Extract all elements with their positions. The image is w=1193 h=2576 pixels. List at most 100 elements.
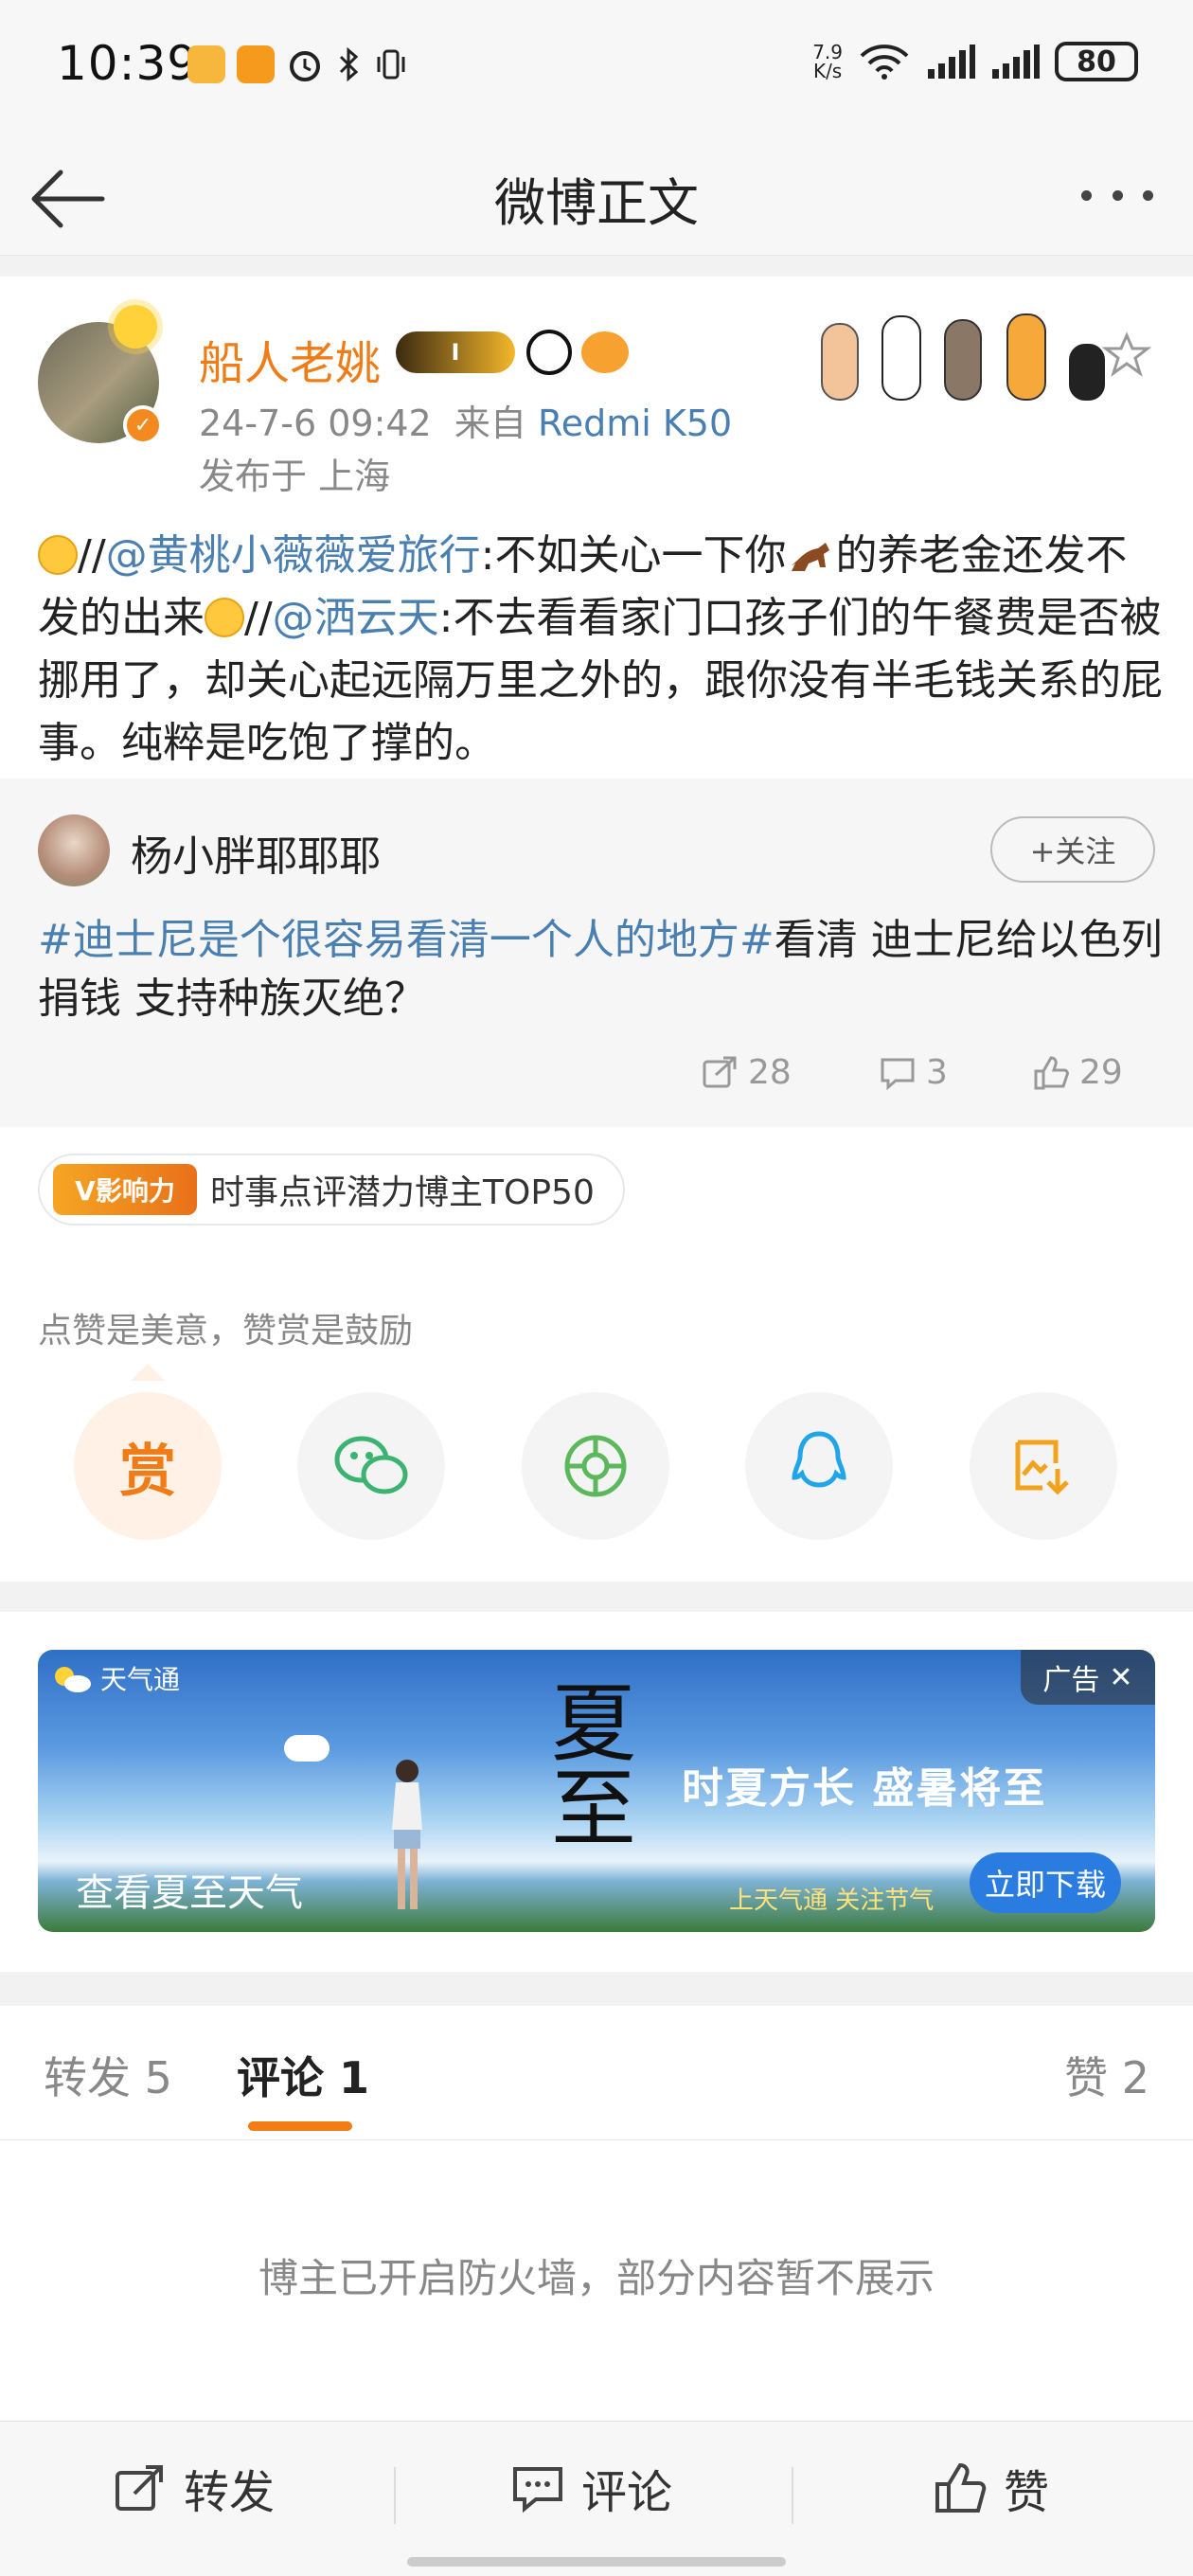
panda-badge-icon[interactable]	[526, 330, 572, 375]
retweeted-post[interactable]: 杨小胖耶耶耶 +关注 #迪士尼是个很容易看清一个人的地方#看清 迪士尼给以色列捐…	[0, 778, 1193, 1127]
home-indicator[interactable]	[407, 2557, 786, 2567]
ad-big-title: 夏至	[536, 1678, 635, 1849]
post-device[interactable]: Redmi K50	[538, 402, 732, 444]
share-row: 赏	[0, 1392, 1193, 1544]
retweet-comment-count[interactable]: 3	[879, 1053, 948, 1092]
mention-link[interactable]: @黄桃小薇薇爱旅行	[106, 531, 481, 580]
retweet-like-count[interactable]: 29	[1032, 1053, 1123, 1092]
tab-comment[interactable]: 评论 1	[237, 2044, 369, 2106]
alarm-icon	[290, 51, 320, 81]
sun-decoration-icon	[114, 305, 157, 349]
close-icon: ✕	[1109, 1660, 1133, 1694]
dot-icon	[1143, 189, 1153, 201]
save-image-button[interactable]	[970, 1392, 1117, 1540]
repost-icon	[116, 2465, 163, 2511]
status-right: 7.9 K/s 80	[812, 42, 1138, 81]
share-qq-button[interactable]	[745, 1392, 893, 1540]
like-count: 29	[1079, 1053, 1123, 1092]
paws-decoration-icon	[821, 313, 1152, 401]
girl-figure-icon	[392, 1760, 422, 1909]
like-label: 赞	[1004, 2466, 1050, 2519]
influence-text: 时事点评潜力博主TOP50	[210, 1173, 595, 1212]
hashtag-link[interactable]: #迪士尼是个很容易看清一个人的地方#	[38, 916, 775, 964]
wechat-icon	[334, 1436, 408, 1494]
post-text: //@黄桃小薇薇爱旅行:不如关心一下你 的养老金还发不发的出来//@洒云天:不去看…	[38, 525, 1165, 775]
ad-slogan: 时夏方长 盛暑将至	[682, 1764, 1047, 1813]
qq-icon	[792, 1431, 846, 1488]
app-notification-icon	[237, 45, 275, 83]
reward-button[interactable]: 赏	[74, 1392, 222, 1540]
thumbs-up-icon	[935, 2462, 987, 2513]
net-speed-value: 7.9	[812, 41, 843, 63]
laugh-emoji-icon	[205, 598, 244, 637]
verified-badge-icon: ✓	[123, 405, 163, 445]
battery-indicator: 80	[1055, 42, 1138, 81]
net-speed: 7.9 K/s	[812, 43, 843, 80]
repost-button[interactable]: 转发	[114, 2450, 275, 2526]
follow-button[interactable]: +关注	[990, 816, 1155, 883]
divider	[394, 2467, 396, 2524]
ad-banner[interactable]: 天气通 广告 ✕ 夏至 时夏方长 盛暑将至 查看夏至天气 上天气通 关注节气 立…	[38, 1650, 1155, 1932]
status-time: 10:39	[57, 36, 199, 91]
page-title: 微博正文	[494, 173, 699, 233]
dot-icon	[1112, 189, 1123, 201]
post-meta: 24-7-6 09:42 来自 Redmi K50	[199, 394, 732, 446]
post-text-part: :不如关心一下你	[480, 531, 787, 580]
ad-app-name: 天气通	[100, 1664, 181, 1695]
post-time: 24-7-6 09:42	[199, 402, 432, 444]
author-name[interactable]: 船人老姚	[199, 326, 381, 392]
ad-close-tag[interactable]: 广告 ✕	[1021, 1650, 1155, 1705]
mention-link[interactable]: @洒云天	[273, 594, 439, 642]
post-text-separator: //	[244, 594, 273, 642]
interaction-tabs: 转发 5 评论 1 赞 2	[0, 2006, 1193, 2140]
more-button[interactable]	[1070, 167, 1165, 224]
comment-label: 评论	[581, 2466, 673, 2519]
post-text-separator: //	[78, 531, 106, 580]
active-tab-indicator	[248, 2121, 352, 2131]
ad-tag-label: 广告	[1042, 1664, 1100, 1697]
divider	[792, 2467, 793, 2524]
post-card: ✓ 船人老姚 I 24-7-6 09:42 来自 Redmi K50 发布于 上…	[0, 277, 1193, 778]
retweet-repost-count[interactable]: 28	[701, 1053, 792, 1092]
save-image-icon	[1015, 1440, 1069, 1495]
repost-count: 28	[748, 1053, 792, 1092]
thumbs-up-icon	[1034, 1055, 1069, 1089]
ad-download-button[interactable]: 立即下载	[970, 1852, 1121, 1913]
retweet-author-avatar[interactable]	[38, 814, 110, 886]
laugh-emoji-icon	[38, 535, 78, 575]
comment-icon	[881, 1058, 915, 1090]
fish-badge-icon[interactable]	[581, 331, 629, 373]
moments-icon	[564, 1435, 627, 1497]
ad-app: 天气通	[51, 1659, 180, 1697]
header: 微博正文	[0, 133, 1193, 256]
app-notification-icon	[187, 45, 225, 83]
share-moments-button[interactable]	[522, 1392, 669, 1540]
member-crown-badge[interactable]: I	[396, 331, 515, 373]
dot-icon	[1081, 189, 1092, 201]
badge-level: I	[451, 339, 460, 366]
like-button[interactable]: 赞	[934, 2450, 1049, 2526]
comment-count: 3	[926, 1053, 948, 1092]
comments-area: 博主已开启防火墙，部分内容暂不展示	[0, 2140, 1193, 2421]
horse-emoji-icon	[792, 543, 830, 571]
reward-icon: 赏	[119, 1438, 176, 1505]
influence-logo: V影响力	[53, 1164, 197, 1215]
retweet-author-name[interactable]: 杨小胖耶耶耶	[131, 822, 381, 883]
notification-icons	[187, 45, 407, 83]
tab-repost[interactable]: 转发 5	[44, 2044, 172, 2106]
share-wechat-button[interactable]	[297, 1392, 445, 1540]
firewall-notice: 博主已开启防火墙，部分内容暂不展示	[258, 2255, 935, 2301]
tab-like[interactable]: 赞 2	[1064, 2044, 1149, 2106]
repost-label: 转发	[184, 2466, 276, 2519]
net-speed-unit: K/s	[812, 60, 843, 82]
status-bar: 10:39 7.9 K/s 80	[0, 0, 1193, 133]
retweet-stats: 28 3 29	[0, 1053, 1193, 1110]
ad-section: 天气通 广告 ✕ 夏至 时夏方长 盛暑将至 查看夏至天气 上天气通 关注节气 立…	[0, 1612, 1193, 1972]
bluetooth-icon	[339, 46, 359, 82]
comment-button[interactable]: 评论	[511, 2450, 672, 2526]
repost-icon	[703, 1056, 737, 1087]
vibrate-icon	[377, 49, 405, 80]
reward-tip: 点赞是美意，赞赏是鼓励	[38, 1312, 414, 1351]
signal-icon	[928, 45, 975, 79]
influence-badge[interactable]: V影响力 时事点评潜力博主TOP50	[38, 1154, 625, 1225]
